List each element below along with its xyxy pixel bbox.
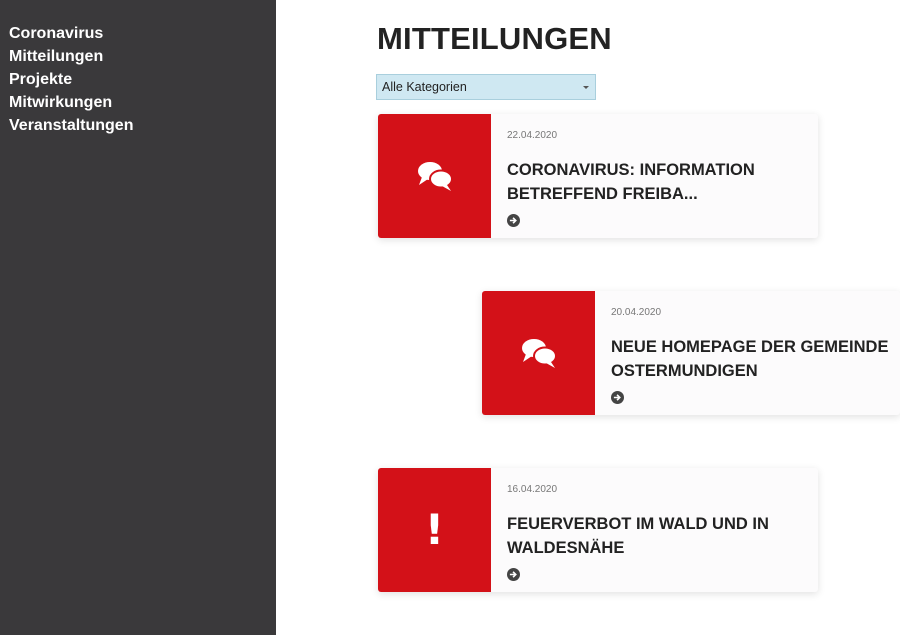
post-date: 22.04.2020: [507, 130, 558, 141]
sidebar-nav: Coronavirus Mitteilungen Projekte Mitwir…: [0, 0, 276, 137]
category-select[interactable]: Alle Kategorien: [376, 74, 596, 100]
sidebar-item-veranstaltungen[interactable]: Veranstaltungen: [9, 114, 276, 137]
card-icon-tile: [482, 291, 595, 415]
arrow-right-icon: [613, 394, 621, 401]
post-title[interactable]: NEUE HOMEPAGE DER GEMEINDE OSTERMUNDIGEN: [611, 335, 890, 383]
chat-bubbles-icon: [417, 162, 453, 191]
main-content: MITTEILUNGEN Alle Kategorien 22.04.2020 …: [276, 0, 900, 635]
category-select-value: Alle Kategorien: [382, 80, 467, 94]
post-date: 16.04.2020: [507, 484, 558, 495]
arrow-right-circle-icon[interactable]: [611, 391, 624, 404]
chat-bubbles-icon: [521, 339, 557, 368]
sidebar-item-projekte[interactable]: Projekte: [9, 68, 276, 91]
arrow-right-icon: [509, 571, 517, 578]
page-title: MITTEILUNGEN: [377, 21, 612, 56]
post-title[interactable]: FEUERVERBOT IM WALD UND IN WALDESNÄHE: [507, 512, 808, 560]
post-date: 20.04.2020: [611, 307, 662, 318]
arrow-right-circle-icon[interactable]: [507, 214, 520, 227]
card-icon-tile: !: [378, 468, 491, 592]
sidebar: Coronavirus Mitteilungen Projekte Mitwir…: [0, 0, 276, 635]
exclamation-icon: !: [424, 505, 445, 554]
sidebar-item-coronavirus[interactable]: Coronavirus: [9, 22, 276, 45]
post-title[interactable]: CORONAVIRUS: INFORMATION BETREFFEND FREI…: [507, 158, 808, 206]
sidebar-item-mitteilungen[interactable]: Mitteilungen: [9, 45, 276, 68]
news-card[interactable]: 20.04.2020 NEUE HOMEPAGE DER GEMEINDE OS…: [482, 291, 900, 415]
sidebar-item-mitwirkungen[interactable]: Mitwirkungen: [9, 91, 276, 114]
card-icon-tile: [378, 114, 491, 238]
chevron-down-icon: [583, 86, 589, 89]
arrow-right-icon: [509, 217, 517, 224]
news-card[interactable]: 22.04.2020 CORONAVIRUS: INFORMATION BETR…: [378, 114, 818, 238]
news-card[interactable]: ! 16.04.2020 FEUERVERBOT IM WALD UND IN …: [378, 468, 818, 592]
arrow-right-circle-icon[interactable]: [507, 568, 520, 581]
